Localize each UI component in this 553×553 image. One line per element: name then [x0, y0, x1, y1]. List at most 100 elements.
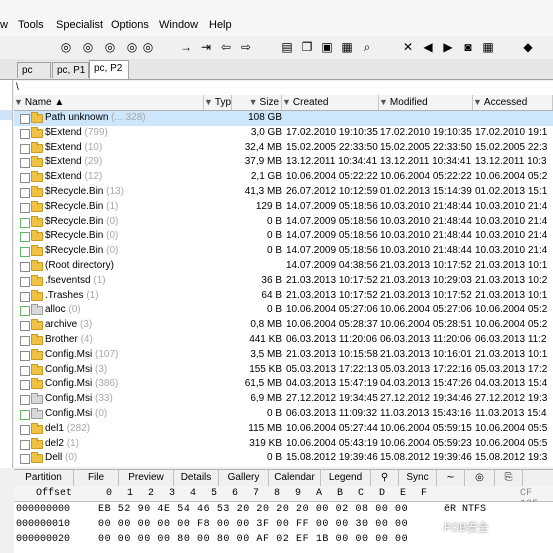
- row-checkbox[interactable]: [20, 291, 30, 302]
- row-checkbox[interactable]: [20, 276, 30, 287]
- menu-options[interactable]: Options: [111, 19, 149, 31]
- menu-view[interactable]: w: [0, 19, 8, 31]
- table-row[interactable]: alloc (0) 0 B 10.06.2004 05:27:06 10.06.200…: [14, 303, 553, 318]
- tab-details[interactable]: Details: [174, 470, 219, 486]
- table-row[interactable]: $Recycle.Bin (13) 41,3 MB 26.07.2012 10:12…: [14, 185, 553, 200]
- image-icon[interactable]: ▣: [319, 39, 335, 55]
- row-checkbox[interactable]: [20, 365, 30, 376]
- tab-calendar[interactable]: Calendar: [269, 470, 321, 486]
- row-checkbox[interactable]: [20, 202, 30, 213]
- grid-icon[interactable]: ▦: [480, 39, 496, 55]
- table-row[interactable]: Config.Msi (386) 61,5 MB 04.03.2013 15:47:…: [14, 377, 553, 392]
- col-created[interactable]: ▼ Created: [282, 95, 379, 110]
- sync-icon[interactable]: ⚲: [371, 470, 399, 486]
- table-row[interactable]: $Extend (12) 2,1 GB 10.06.2004 05:22:22 10.…: [14, 170, 553, 185]
- row-checkbox[interactable]: [20, 439, 30, 450]
- table-row[interactable]: .fseventsd (1) 36 B 21.03.2013 10:17:52 21.…: [14, 274, 553, 289]
- table-row[interactable]: $Recycle.Bin (0) 0 B 14.07.2009 05:18:56 10…: [14, 244, 553, 259]
- col-type[interactable]: ▼ Typ: [204, 95, 232, 110]
- row-checkbox[interactable]: [20, 143, 30, 154]
- book-icon[interactable]: ◆: [520, 39, 536, 55]
- table-row[interactable]: del1 (282) 115 MB 10.06.2004 05:27:44 10.06…: [14, 422, 553, 437]
- back-icon[interactable]: ⇦: [218, 39, 234, 55]
- row-checkbox[interactable]: [20, 424, 30, 435]
- row-checkbox[interactable]: [20, 247, 30, 258]
- hex-text[interactable]: ëR NTFS: [444, 502, 486, 517]
- menu-tools[interactable]: Tools: [18, 19, 44, 31]
- table-row[interactable]: $Recycle.Bin (0) 0 B 14.07.2009 05:18:56 10…: [14, 229, 553, 244]
- row-checkbox[interactable]: [20, 306, 30, 317]
- row-checkbox[interactable]: [20, 410, 30, 420]
- col-name[interactable]: ▼ Name ▲: [14, 95, 204, 110]
- hex-row[interactable]: 000000000 EB 52 90 4E 54 46 53 20 20 20 2…: [14, 502, 553, 517]
- copy-icon[interactable]: ❐: [299, 39, 315, 55]
- disk-icon[interactable]: ▤: [279, 39, 295, 55]
- row-checkbox[interactable]: [20, 232, 30, 243]
- row-checkbox[interactable]: [20, 188, 30, 198]
- table-row[interactable]: del2 (1) 319 KB 10.06.2004 05:43:19 10.06.2…: [14, 437, 553, 452]
- row-checkbox[interactable]: [20, 262, 30, 272]
- tab-partition[interactable]: Partition: [14, 470, 74, 486]
- row-checkbox[interactable]: [20, 321, 30, 332]
- table-row[interactable]: $Extend (29) 37,9 MB 13.12.2011 10:34:41 13…: [14, 155, 553, 170]
- binoculars-small-icon[interactable]: ◎: [465, 470, 495, 486]
- table-row[interactable]: Config.Msi (0) 0 B 06.03.2013 11:09:32 11.0…: [14, 407, 553, 422]
- tab-pc-p1[interactable]: pc, P1: [52, 62, 89, 78]
- hex-bytes[interactable]: 00 00 00 00 80 00 80 00 AF 02 EF 1B 00 0…: [98, 532, 408, 547]
- arrow-right-icon[interactable]: →: [178, 39, 194, 55]
- table-row[interactable]: Config.Msi (3) 155 KB 05.03.2013 17:22:13 0…: [14, 363, 553, 378]
- table-row[interactable]: Config.Msi (33) 6,9 MB 27.12.2012 19:34:45…: [14, 392, 553, 407]
- forward-icon[interactable]: ⇨: [238, 39, 254, 55]
- table-row[interactable]: Dell (0) 0 B 15.08.2012 19:39:46 15.08.2012…: [14, 451, 553, 466]
- calculator-icon[interactable]: ▦: [339, 39, 355, 55]
- prev-icon[interactable]: ◀: [420, 39, 436, 55]
- tab-gallery[interactable]: Gallery: [219, 470, 269, 486]
- row-checkbox[interactable]: [20, 173, 30, 184]
- tab-sync[interactable]: Sync: [399, 470, 437, 486]
- row-checkbox[interactable]: [20, 336, 30, 346]
- row-checkbox[interactable]: [20, 454, 30, 465]
- binoculars-text-icon[interactable]: ◎: [80, 39, 96, 55]
- row-checkbox[interactable]: [20, 395, 30, 406]
- table-row[interactable]: archive (3) 0,8 MB 10.06.2004 05:28:37 10.0…: [14, 318, 553, 333]
- tab-file[interactable]: File: [74, 470, 119, 486]
- binoculars-find-icon[interactable]: ◎: [140, 39, 156, 55]
- binoculars-icon[interactable]: ◎: [58, 39, 74, 55]
- row-checkbox[interactable]: [20, 158, 30, 169]
- tab-pc-p2[interactable]: pc, P2: [89, 60, 129, 79]
- binoculars-replace-icon[interactable]: ◎: [124, 39, 140, 55]
- search-icon[interactable]: ⌕: [359, 39, 375, 55]
- table-row[interactable]: Path unknown (... 328) 108 GB: [14, 111, 553, 126]
- menu-help[interactable]: Help: [209, 19, 232, 31]
- row-checkbox[interactable]: [20, 380, 30, 391]
- table-row[interactable]: (Root directory) 14.07.2009 04:38:56 21.0…: [14, 259, 553, 274]
- table-row[interactable]: $Recycle.Bin (0) 0 B 14.07.2009 05:18:56 10…: [14, 215, 553, 230]
- row-checkbox[interactable]: [20, 217, 30, 228]
- col-size[interactable]: ▼ Size: [232, 95, 282, 110]
- hex-bytes[interactable]: EB 52 90 4E 54 46 53 20 20 20 20 00 02 0…: [98, 502, 408, 517]
- table-row[interactable]: $Recycle.Bin (1) 129 B 14.07.2009 05:18:56…: [14, 200, 553, 215]
- row-checkbox[interactable]: [20, 128, 30, 139]
- table-row[interactable]: Config.Msi (107) 3,5 MB 21.03.2013 10:15:5…: [14, 348, 553, 363]
- table-row[interactable]: $Extend (10) 32,4 MB 15.02.2005 22:33:50 15…: [14, 141, 553, 156]
- tab-preview[interactable]: Preview: [119, 470, 174, 486]
- go-to-icon[interactable]: ⇥: [198, 39, 214, 55]
- next-icon[interactable]: ▶: [440, 39, 456, 55]
- clip-icon[interactable]: ⎘: [495, 470, 523, 486]
- tools-icon[interactable]: ✕: [400, 39, 416, 55]
- table-row[interactable]: Brother (4) 441 KB 06.03.2013 11:20:06 06.0…: [14, 333, 553, 348]
- hex-bytes[interactable]: 00 00 00 00 00 F8 00 00 3F 00 FF 00 00 3…: [98, 517, 408, 532]
- camera-icon[interactable]: ◙: [460, 39, 476, 55]
- link-icon[interactable]: ∼: [437, 470, 465, 486]
- table-row[interactable]: $Extend (799) 3,0 GB 17.02.2010 19:10:35 17…: [14, 126, 553, 141]
- tab-legend[interactable]: Legend: [321, 470, 371, 486]
- table-row[interactable]: .Trashes (1) 64 B 21.03.2013 10:17:52 21.03…: [14, 289, 553, 304]
- menu-specialist[interactable]: Specialist: [56, 19, 103, 31]
- col-accessed[interactable]: ▼ Accessed: [473, 95, 553, 110]
- col-modified[interactable]: ▼ Modified: [379, 95, 473, 110]
- menu-window[interactable]: Window: [159, 19, 198, 31]
- tab-pc[interactable]: pc: [17, 62, 51, 78]
- row-checkbox[interactable]: [20, 114, 30, 124]
- binoculars-hex-icon[interactable]: ◎: [102, 39, 118, 55]
- row-checkbox[interactable]: [20, 350, 30, 361]
